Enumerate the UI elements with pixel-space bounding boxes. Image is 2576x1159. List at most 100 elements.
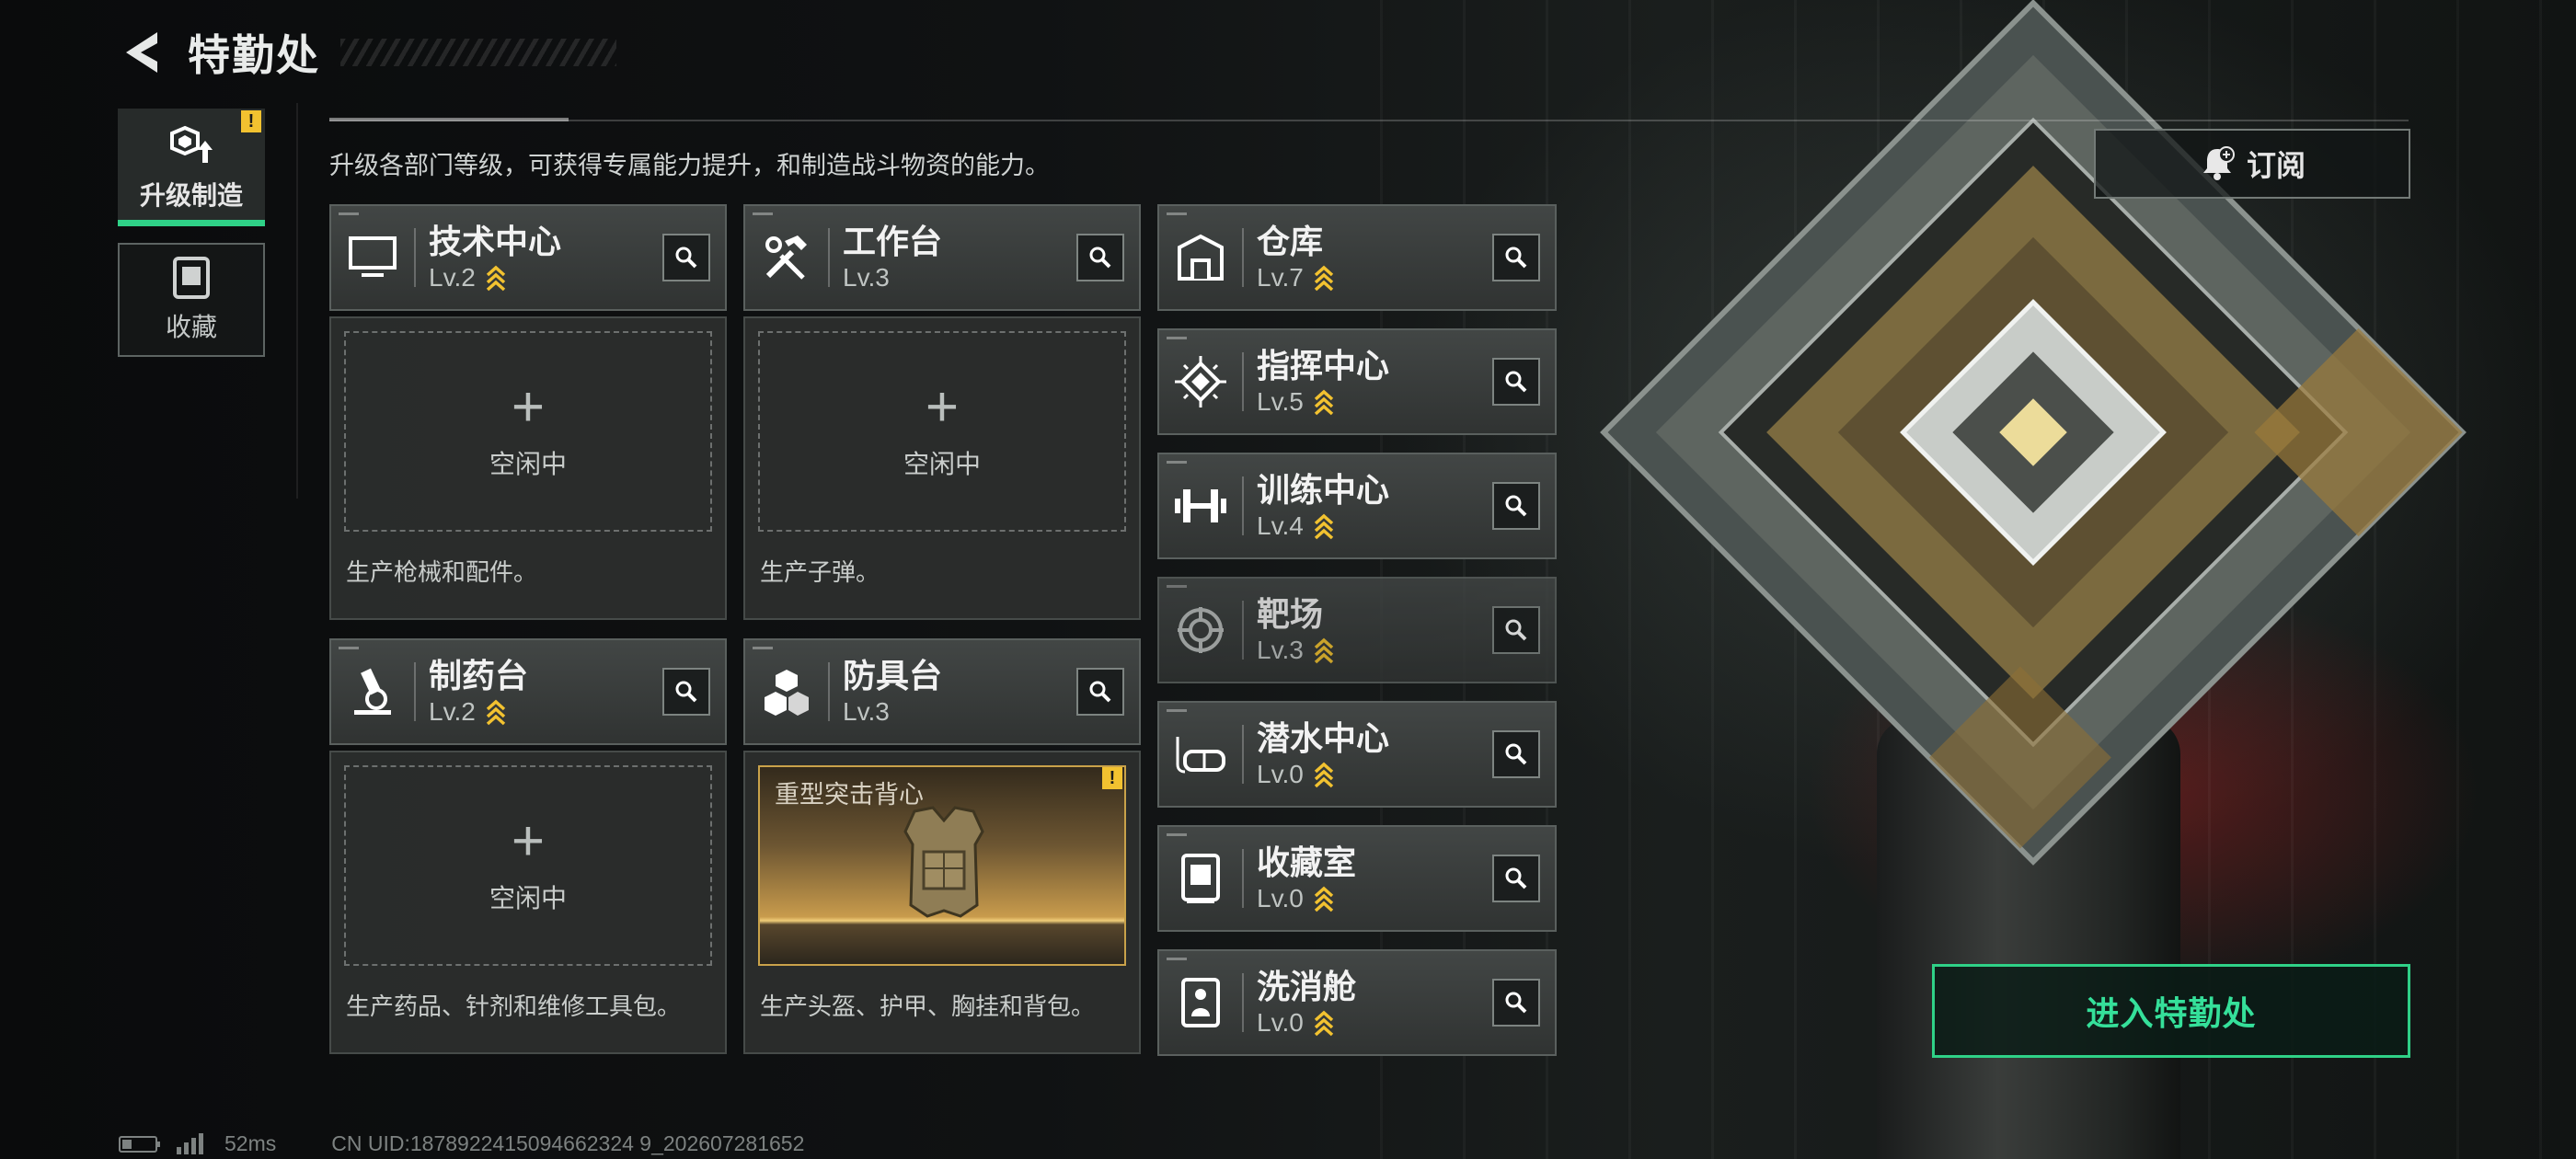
vest-icon — [903, 806, 984, 918]
production-panel-pharmacy: + 空闲中 生产药品、针剂和维修工具包。 — [329, 751, 727, 1054]
uid-readout: CN UID:1878922415094662324 9_20260728165… — [331, 1131, 805, 1155]
dept-card-diving-center[interactable]: 潜水中心 Lv.0 — [1157, 701, 1557, 808]
divider — [329, 118, 2409, 121]
dept-name: 靶场 — [1257, 595, 1324, 633]
search-icon — [1505, 495, 1527, 517]
dept-search-button[interactable] — [1492, 730, 1540, 778]
dumbbell-icon — [1175, 489, 1226, 522]
dept-search-button[interactable] — [1076, 668, 1124, 716]
dept-level: Lv.3 — [843, 263, 890, 292]
battery-icon — [119, 1135, 160, 1153]
enter-button-label: 进入特勤处 — [2086, 994, 2257, 1032]
dept-card-workbench[interactable]: 工作台 Lv.3 — [743, 204, 1141, 311]
dept-card-armor-bench[interactable]: 防具台 Lv.3 — [743, 638, 1141, 745]
search-icon — [1505, 867, 1527, 889]
dept-name: 工作台 — [843, 223, 943, 260]
subscribe-button[interactable]: 订阅 — [2094, 129, 2410, 199]
dept-card-training-center[interactable]: 训练中心 Lv.4 — [1157, 453, 1557, 559]
plus-icon: + — [511, 375, 546, 439]
armor-blocks-icon — [765, 670, 809, 716]
dept-card-decontamination[interactable]: 洗消舱 Lv.0 — [1157, 949, 1557, 1056]
nav-tab-upgrade[interactable]: ! 升级制造 — [118, 109, 265, 226]
dept-level: Lv.2 — [429, 263, 476, 292]
nav-tab-collection[interactable]: 收藏 — [118, 243, 265, 357]
dept-search-button[interactable] — [1492, 855, 1540, 902]
search-icon — [1505, 743, 1527, 765]
dept-level: Lv.5 — [1257, 387, 1304, 416]
target-icon — [1178, 607, 1224, 653]
upgrade-chevrons-icon — [1314, 886, 1334, 912]
page-title: 特勤处 — [188, 31, 320, 79]
ping-readout: 52ms — [224, 1131, 277, 1155]
production-slot-empty[interactable]: + 空闲中 — [758, 331, 1126, 532]
decon-icon — [1181, 978, 1220, 1027]
plus-icon: + — [511, 809, 546, 873]
dept-search-button[interactable] — [662, 668, 710, 716]
dept-card-tech-center[interactable]: 技术中心 Lv.2 — [329, 204, 727, 311]
dept-name: 防具台 — [843, 657, 943, 694]
upgrade-chevrons-icon — [486, 699, 506, 726]
production-slot-item[interactable]: 重型突击背心 ! — [758, 765, 1126, 966]
production-slot-empty[interactable]: + 空闲中 — [344, 765, 712, 966]
page-header: 特勤处 — [118, 20, 616, 85]
bell-plus-icon — [2202, 146, 2235, 180]
dept-level: Lv.4 — [1257, 511, 1304, 540]
dept-search-button[interactable] — [1492, 979, 1540, 1027]
enter-special-ops-button[interactable]: 进入特勤处 — [1932, 964, 2410, 1058]
dept-search-button[interactable] — [1492, 606, 1540, 654]
search-icon — [1089, 681, 1111, 703]
dept-name: 技术中心 — [429, 223, 562, 260]
slot-status: 空闲中 — [489, 450, 567, 478]
diving-mask-icon — [1176, 737, 1225, 774]
divider — [296, 103, 298, 499]
production-slot-empty[interactable]: + 空闲中 — [344, 331, 712, 532]
subscribe-label: 订阅 — [2246, 149, 2306, 182]
dept-name: 制药台 — [429, 657, 529, 694]
search-icon — [675, 247, 697, 269]
collection-room-icon — [1181, 854, 1220, 903]
dept-card-command-center[interactable]: 指挥中心 Lv.5 — [1157, 328, 1557, 435]
upgrade-chevrons-icon — [1314, 389, 1334, 416]
dept-search-button[interactable] — [1492, 482, 1540, 530]
upgrade-chevrons-icon — [486, 265, 506, 292]
dept-level: Lv.0 — [1257, 1008, 1304, 1037]
dept-search-button[interactable] — [1076, 234, 1124, 281]
nav-label: 升级制造 — [139, 181, 243, 210]
dept-card-collection-room[interactable]: 收藏室 Lv.0 — [1157, 825, 1557, 932]
dept-name: 训练中心 — [1257, 471, 1390, 509]
dept-card-warehouse[interactable]: 仓库 Lv.7 — [1157, 204, 1557, 311]
upgrade-chevrons-icon — [1314, 762, 1334, 788]
production-description: 生产子弹。 — [760, 558, 880, 586]
upgrade-chevrons-icon — [1314, 637, 1334, 664]
chip-icon — [1175, 356, 1226, 407]
production-description: 生产药品、针剂和维修工具包。 — [346, 993, 682, 1020]
upgrade-chevrons-icon — [1314, 265, 1334, 292]
dept-name: 收藏室 — [1257, 843, 1357, 881]
dept-search-button[interactable] — [1492, 234, 1540, 281]
dept-search-button[interactable] — [1492, 358, 1540, 406]
search-icon — [1089, 247, 1111, 269]
dept-level: Lv.3 — [843, 697, 890, 726]
search-icon — [1505, 371, 1527, 393]
production-panel-workbench: + 空闲中 生产子弹。 — [743, 316, 1141, 620]
dept-level: Lv.3 — [1257, 636, 1304, 664]
title-decoration — [340, 39, 616, 66]
slot-status: 空闲中 — [903, 450, 981, 478]
dept-name: 指挥中心 — [1257, 347, 1390, 384]
back-button[interactable] — [118, 29, 166, 76]
slot-status: 空闲中 — [489, 884, 567, 912]
microscope-icon — [354, 668, 391, 715]
dept-level: Lv.0 — [1257, 760, 1304, 788]
production-description: 生产枪械和配件。 — [346, 558, 538, 586]
upgrade-chevrons-icon — [1314, 513, 1334, 540]
warning-badge: ! — [241, 110, 261, 132]
dept-card-shooting-range[interactable]: 靶场 Lv.3 — [1157, 577, 1557, 683]
signal-icon — [177, 1132, 203, 1154]
search-icon — [1505, 992, 1527, 1014]
dept-card-pharmacy[interactable]: 制药台 Lv.2 — [329, 638, 727, 745]
dept-name: 潜水中心 — [1257, 719, 1390, 757]
plus-icon: + — [925, 375, 960, 439]
dept-level: Lv.0 — [1257, 884, 1304, 912]
dept-search-button[interactable] — [662, 234, 710, 281]
search-icon — [1505, 619, 1527, 641]
